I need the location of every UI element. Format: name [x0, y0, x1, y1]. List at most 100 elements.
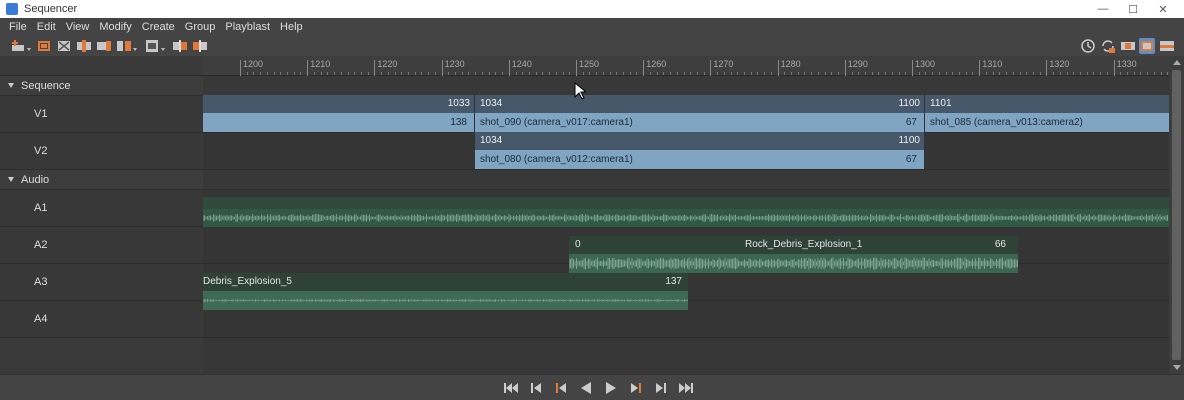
step-forward-frame-icon[interactable]	[628, 380, 644, 396]
audio-clip-rock-debris[interactable]: 0 Rock_Debris_Explosion_1 66	[569, 236, 1018, 273]
ruler-minor-tick	[434, 72, 436, 75]
shot-swap-icon[interactable]	[144, 38, 165, 54]
ruler-minor-tick	[488, 72, 490, 75]
menu-playblast[interactable]: Playblast	[220, 18, 275, 36]
ruler-minor-tick	[999, 72, 1001, 75]
play-forward-icon[interactable]	[603, 380, 619, 396]
track-header-v1[interactable]: V1	[0, 96, 203, 133]
timeline-area[interactable]: 1200 1210 1220 1230 1240 1250 1260 1270 1280 1290…	[203, 56, 1169, 374]
create-shot-icon[interactable]	[10, 38, 31, 54]
ruler-minor-tick	[1153, 72, 1155, 75]
frame-selected-icon[interactable]	[56, 38, 72, 54]
video-clip-shot-080[interactable]: 1034 1100 shot_080 (camera_v012:camera1)…	[475, 132, 925, 169]
menu-create[interactable]: Create	[137, 18, 180, 36]
ruler-major-tick	[777, 60, 779, 76]
menu-file[interactable]: File	[4, 18, 32, 36]
mixed-view-icon[interactable]	[1159, 38, 1175, 54]
audio-clip-a1[interactable]	[203, 197, 1169, 227]
video-clip[interactable]: 1033 138	[203, 95, 475, 132]
ripple-left-icon[interactable]	[172, 38, 188, 54]
frame-all-icon[interactable]	[36, 38, 52, 54]
ruler-minor-tick	[670, 72, 672, 75]
ruler-minor-tick	[744, 72, 745, 75]
ruler-major-tick	[374, 60, 376, 76]
ruler-minor-tick	[287, 72, 289, 75]
ruler-major-tick	[240, 60, 241, 76]
ripple-right-icon[interactable]	[192, 38, 208, 54]
collapse-triangle-icon[interactable]	[8, 83, 14, 88]
ruler-minor-tick	[354, 72, 356, 75]
play-backward-icon[interactable]	[578, 380, 594, 396]
collapse-triangle-icon[interactable]	[8, 177, 14, 182]
ruler-minor-tick	[831, 72, 833, 75]
scrollbar-thumb[interactable]	[1172, 70, 1181, 360]
go-to-start-icon[interactable]	[503, 380, 519, 396]
menu-view[interactable]: View	[61, 18, 95, 36]
refresh-icon[interactable]	[1100, 38, 1116, 54]
ruler-minor-tick	[549, 72, 551, 75]
maximize-button[interactable]: ☐	[1118, 0, 1148, 18]
ruler-minor-tick	[340, 72, 342, 75]
ruler-minor-tick	[905, 72, 907, 75]
sequence-view-icon[interactable]	[1120, 38, 1136, 54]
menu-edit[interactable]: Edit	[32, 18, 61, 36]
split-shot-icon[interactable]	[76, 38, 92, 54]
ruler-minor-tick	[972, 72, 974, 75]
ruler-minor-tick	[1106, 72, 1108, 75]
shot-append-icon[interactable]	[116, 38, 137, 54]
ruler-minor-tick	[1140, 72, 1142, 75]
step-forward-key-icon[interactable]	[653, 380, 669, 396]
step-back-key-icon[interactable]	[528, 380, 544, 396]
history-icon[interactable]	[1080, 38, 1096, 54]
ruler-minor-tick	[965, 72, 967, 75]
ruler-minor-tick	[703, 72, 705, 75]
time-ruler[interactable]: 1200 1210 1220 1230 1240 1250 1260 1270 1280 1290…	[203, 56, 1169, 76]
ruler-major-tick	[643, 60, 645, 76]
menu-help[interactable]: Help	[275, 18, 308, 36]
ruler-minor-tick	[582, 72, 584, 75]
ruler-minor-tick	[502, 72, 504, 75]
ruler-minor-tick	[1059, 72, 1061, 75]
ruler-minor-tick	[596, 72, 598, 75]
audio-waveform	[569, 257, 1018, 270]
vertical-scrollbar[interactable]	[1169, 56, 1184, 374]
clip-name: Rock_Debris_Explosion_1	[745, 239, 863, 250]
minimize-button[interactable]: —	[1088, 0, 1118, 18]
ruler-minor-tick	[817, 72, 819, 75]
ruler-minor-tick	[535, 72, 537, 75]
shot-view-icon[interactable]	[1139, 38, 1155, 54]
ruler-minor-tick	[360, 72, 362, 75]
track-header-a2[interactable]: A2	[0, 227, 203, 264]
ruler-minor-tick	[629, 72, 631, 75]
close-button[interactable]: ✕	[1148, 0, 1178, 18]
clip-end-frame: 137	[665, 276, 682, 287]
ruler-major-tick	[441, 60, 443, 76]
audio-clip-debris-explosion[interactable]: Debris_Explosion_5 137	[203, 273, 688, 310]
ruler-tick-label: 1200	[243, 59, 264, 69]
ruler-minor-tick	[293, 72, 295, 75]
ruler-minor-tick	[878, 72, 880, 75]
ruler-minor-tick	[260, 72, 262, 75]
ruler-minor-tick	[838, 72, 840, 75]
track-header-a3[interactable]: A3	[0, 264, 203, 301]
track-header-v2[interactable]: V2	[0, 133, 203, 170]
scroll-up-icon[interactable]	[1173, 60, 1181, 65]
video-clip-shot-085[interactable]: 1101 shot_085 (camera_v013:camera2)	[925, 95, 1169, 132]
step-back-frame-icon[interactable]	[553, 380, 569, 396]
ruler-minor-tick	[676, 72, 678, 75]
ruler-minor-tick	[528, 72, 530, 75]
clip-end-frame: 66	[994, 239, 1006, 250]
menu-modify[interactable]: Modify	[94, 18, 136, 36]
track-header-a1[interactable]: A1	[0, 190, 203, 227]
go-to-end-icon[interactable]	[678, 380, 694, 396]
ruler-minor-tick	[421, 72, 423, 75]
shot-insert-icon[interactable]	[96, 38, 112, 54]
group-header-sequence[interactable]: Sequence	[0, 76, 203, 96]
ruler-minor-tick	[656, 72, 658, 75]
ruler-tick-label: 1260	[646, 59, 667, 69]
scroll-down-icon[interactable]	[1173, 365, 1181, 370]
track-header-a4[interactable]: A4	[0, 301, 203, 338]
video-clip-shot-090[interactable]: 1034 1100 shot_090 (camera_v017:camera1)…	[475, 95, 925, 132]
group-header-audio[interactable]: Audio	[0, 170, 203, 190]
menu-group[interactable]: Group	[180, 18, 221, 36]
